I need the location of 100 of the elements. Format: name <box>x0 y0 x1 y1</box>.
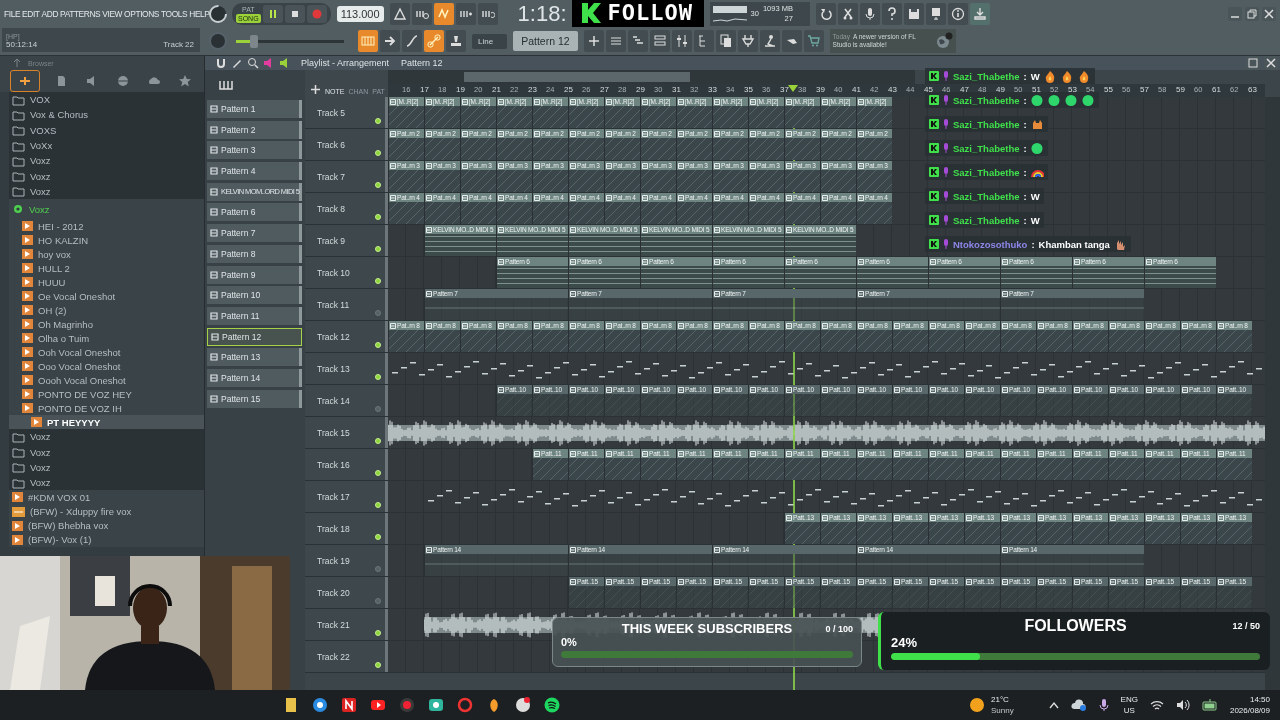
browser-item[interactable]: Ooh Vocal Oneshot <box>9 345 204 360</box>
figure-icon[interactable] <box>759 30 780 53</box>
pattern-item[interactable]: Pattern 6 <box>207 203 302 222</box>
weather-widget[interactable]: 21°C Sunny <box>969 694 1014 716</box>
browser-item[interactable]: Oooh Vocal Oneshot <box>9 373 204 388</box>
browser-item[interactable]: HO KALZIN <box>9 233 204 248</box>
menu-item[interactable]: TOOLS <box>161 9 188 19</box>
browser-item[interactable]: Ooo Vocal Oneshot <box>9 359 204 374</box>
menu-item[interactable]: OPTIONS <box>124 9 159 19</box>
menu-item[interactable]: VIEW <box>102 9 123 19</box>
metronome-icon[interactable] <box>389 2 410 25</box>
add-track-button[interactable] <box>309 83 321 95</box>
countdown-icon[interactable] <box>433 2 454 25</box>
undo-icon[interactable] <box>815 2 836 25</box>
microphone-icon[interactable] <box>859 2 880 25</box>
pattern-item[interactable]: Pattern 7 <box>207 224 302 243</box>
browser-item[interactable]: OH (2) <box>9 303 204 318</box>
browser-item[interactable]: hoy vox <box>9 247 204 262</box>
menu-item[interactable]: PATTERNS <box>60 9 101 19</box>
download-icon[interactable] <box>969 2 990 25</box>
maximize-icon[interactable] <box>1246 56 1260 70</box>
mixer-icon[interactable] <box>671 30 692 53</box>
pattern-item[interactable]: Pattern 3 <box>207 141 302 160</box>
help-icon[interactable] <box>881 2 902 25</box>
browser-item[interactable]: PT HEYYYY <box>9 415 204 430</box>
browser-item[interactable]: Vox & Chorus <box>9 107 204 123</box>
browser-item[interactable]: #KDM VOX 01 <box>9 490 204 505</box>
pattern-icon <box>1074 514 1080 521</box>
audio-file-icon <box>22 235 33 246</box>
link-icon[interactable] <box>424 30 444 53</box>
menu-item[interactable]: HELP <box>189 9 210 19</box>
pattern-item[interactable]: Pattern 1 <box>207 100 302 118</box>
plus-icon[interactable] <box>583 30 604 53</box>
loop-icon[interactable] <box>477 2 498 25</box>
plug-icon[interactable] <box>737 30 758 53</box>
save-icon[interactable] <box>903 2 924 25</box>
curve-icon[interactable] <box>402 30 422 53</box>
steps-icon[interactable] <box>627 30 648 53</box>
pattern-item[interactable]: Pattern 2 <box>207 120 302 139</box>
pattern-item[interactable]: Pattern 14 <box>207 368 302 387</box>
stamp-icon[interactable] <box>446 30 466 53</box>
browser-item[interactable]: HUUU <box>9 275 204 290</box>
pattern-item[interactable]: Pattern 11 <box>207 306 302 325</box>
arrow-right-icon[interactable] <box>380 30 400 53</box>
browser-item[interactable]: (BFW) - Xduppy fire vox <box>9 504 204 519</box>
bar-number: 59 <box>1176 85 1185 94</box>
browser-item[interactable]: PONTO DE VOZ HEY <box>9 387 204 402</box>
pattern-icon <box>1074 578 1080 585</box>
pattern-icon <box>822 98 828 105</box>
browser-item[interactable]: Olha o Tuim <box>9 331 204 346</box>
browser-item[interactable]: Voxz <box>9 429 204 445</box>
pause-button[interactable] <box>262 4 283 23</box>
menu-item[interactable]: EDIT <box>22 9 40 19</box>
song-overview-scrollbar[interactable] <box>388 70 915 84</box>
browser-item[interactable]: Voxz <box>9 199 204 220</box>
copy-icon[interactable] <box>715 30 736 53</box>
pattern-icon <box>570 194 576 201</box>
browser-item[interactable]: PONTO DE VOZ IH <box>9 401 204 416</box>
track-name: Track 15 <box>317 428 350 438</box>
info-icon[interactable] <box>947 2 968 25</box>
pattern-icon <box>462 162 468 169</box>
playlist-icon[interactable] <box>358 30 378 53</box>
browser-item[interactable]: HEI - 2012 <box>9 219 204 234</box>
clock[interactable]: 14:50 2026/08/09 <box>1229 694 1270 716</box>
browser-item[interactable]: HULL 2 <box>9 261 204 276</box>
pattern-icon <box>210 373 218 382</box>
pattern-icon <box>606 578 612 585</box>
pattern-selector[interactable]: Pattern 12 <box>513 31 578 52</box>
pattern-item[interactable]: Pattern 4 <box>207 162 302 181</box>
cart-icon[interactable] <box>803 30 824 53</box>
bar-number: 17 <box>420 85 429 94</box>
browser-item[interactable]: Oh Magrinho <box>9 317 204 332</box>
track-name: Track 17 <box>317 492 350 502</box>
pattern-item[interactable]: Pattern 15 <box>207 389 302 408</box>
stop-button[interactable] <box>284 4 305 23</box>
browser-item[interactable]: Oe Vocal Oneshot <box>9 289 204 304</box>
pattern-item[interactable]: Pattern 9 <box>207 265 302 284</box>
pattern-item[interactable]: Pattern 13 <box>207 348 302 367</box>
close-icon[interactable] <box>1262 6 1276 21</box>
browser-item[interactable]: Voxz <box>9 444 204 460</box>
browser-item[interactable]: VOX <box>9 92 204 108</box>
pattern-item[interactable]: Pattern 12 <box>207 327 302 346</box>
language-indicator[interactable]: ENG US <box>1120 694 1138 716</box>
minimize-icon[interactable] <box>1228 6 1242 21</box>
browser-item[interactable]: Voxz <box>9 168 204 184</box>
pattern-icon <box>1182 322 1188 329</box>
chat-username: Sazi_Thabethe <box>953 166 1020 178</box>
scrollbar[interactable] <box>1265 97 1280 690</box>
menu-item[interactable]: ADD <box>41 9 59 19</box>
menu-item[interactable]: FILE <box>4 9 21 19</box>
rack-icon[interactable] <box>649 30 670 53</box>
browser-item[interactable]: Voxz <box>9 153 204 169</box>
bars-icon[interactable] <box>605 30 626 53</box>
snap-selector[interactable]: Line <box>472 33 508 49</box>
pattern-item[interactable]: Pattern 8 <box>207 244 302 263</box>
k-badge-icon <box>929 143 939 153</box>
tempo-display[interactable]: 113.000 <box>336 5 384 22</box>
scissors-icon[interactable] <box>837 2 858 25</box>
pattern-item[interactable]: Pattern 10 <box>207 286 302 305</box>
restore-icon[interactable] <box>1245 6 1259 21</box>
